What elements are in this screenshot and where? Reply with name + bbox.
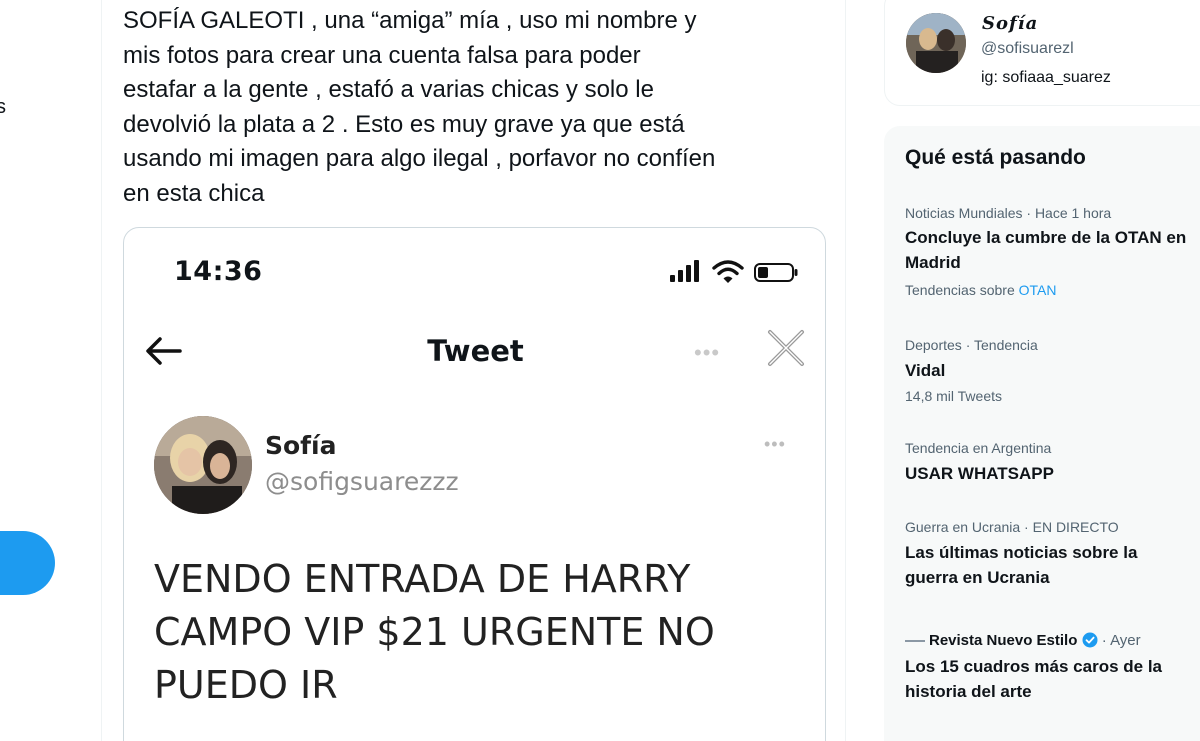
main-timeline: SOFÍA GALEOTI , una “amiga” mía , uso mi… — [101, 0, 846, 741]
screenshot-tweet-text: VENDO ENTRADA DE HARRY CAMPO VIP $21 URG… — [154, 557, 715, 707]
screenshot-username: @sofigsuarezzz — [265, 467, 459, 496]
trends-heading: Qué está pasando — [905, 146, 1086, 169]
profile-bio: ig: sofiaaa_suarez — [981, 69, 1111, 86]
left-sidebar: s — [0, 0, 100, 741]
trend-meta: Guerra en Ucrania · EN DIRECTO — [905, 519, 1119, 535]
signal-icon — [670, 260, 699, 282]
close-icon[interactable] — [766, 328, 806, 368]
trend-title: Vidal — [905, 361, 946, 380]
profile-display-name[interactable]: Sofía — [982, 13, 1038, 34]
wifi-icon — [712, 260, 744, 283]
profile-avatar[interactable] — [906, 13, 966, 73]
trend-meta: Deportes · Tendencia — [905, 337, 1038, 353]
trends-panel: Qué está pasando Noticias Mundiales · Ha… — [884, 126, 1200, 741]
trend-meta: Noticias Mundiales · Hace 1 hora — [905, 205, 1112, 221]
trend-meta: Tendencia en Argentina — [905, 440, 1052, 456]
trend-title: Concluye la cumbre de la OTAN en Madrid — [905, 228, 1187, 272]
avatar[interactable] — [154, 416, 252, 514]
trend-title: USAR WHATSAPP — [905, 464, 1054, 483]
trend-title: Las últimas noticias sobre la guerra en … — [905, 543, 1138, 587]
tweet-options-icon[interactable]: ••• — [764, 434, 786, 455]
trend-item[interactable]: Revista Nuevo Estilo · Ayer Los 15 cuadr… — [905, 632, 1195, 704]
trend-item[interactable]: Noticias Mundiales · Hace 1 hora Concluy… — [905, 204, 1195, 301]
trend-item[interactable]: Tendencia en Argentina USAR WHATSAPP — [905, 439, 1195, 486]
right-sidebar: Sofía @sofisuarezl ig: sofiaaa_suarez Qu… — [884, 0, 1200, 741]
trend-time: · Ayer — [1101, 632, 1141, 649]
trend-source: Revista Nuevo Estilo · Ayer — [905, 632, 1195, 650]
tweet-text: SOFÍA GALEOTI , una “amiga” mía , uso mi… — [123, 7, 716, 207]
profile-photo-icon — [906, 13, 966, 73]
trend-title: Los 15 cuadros más caros de la historia … — [905, 657, 1163, 701]
profile-card[interactable]: Sofía @sofisuarezl ig: sofiaaa_suarez — [884, 0, 1200, 106]
trend-tweet-count: 14,8 mil Tweets — [905, 388, 1003, 404]
trend-source-name: Revista Nuevo Estilo — [929, 632, 1078, 649]
battery-icon — [754, 263, 798, 282]
sidebar-nav-label[interactable]: s — [0, 96, 6, 119]
phone-status-time: 14:36 — [174, 256, 263, 287]
trend-topic-link[interactable]: OTAN — [1019, 282, 1057, 298]
trend-item[interactable]: Guerra en Ucrania · EN DIRECTO Las últim… — [905, 518, 1195, 590]
tweet-media-screenshot[interactable]: 14:36 Tweet ••• Sofía @sofigsuarezzz •••… — [123, 227, 826, 741]
trend-context: Tendencias sobre OTAN — [905, 279, 1195, 301]
tweet-button[interactable] — [0, 531, 55, 595]
phone-status-icons — [670, 260, 800, 284]
screenshot-page-title: Tweet — [427, 334, 524, 368]
avatar-photo-icon — [154, 416, 252, 514]
screenshot-display-name: Sofía — [265, 431, 337, 460]
profile-username[interactable]: @sofisuarezl — [981, 40, 1074, 58]
verified-badge-icon — [1082, 632, 1098, 648]
publisher-logo-icon — [905, 640, 925, 643]
trend-item[interactable]: Deportes · Tendencia Vidal 14,8 mil Twee… — [905, 336, 1195, 407]
more-options-icon[interactable]: ••• — [694, 340, 720, 366]
trend-context-label: Tendencias sobre — [905, 282, 1019, 298]
